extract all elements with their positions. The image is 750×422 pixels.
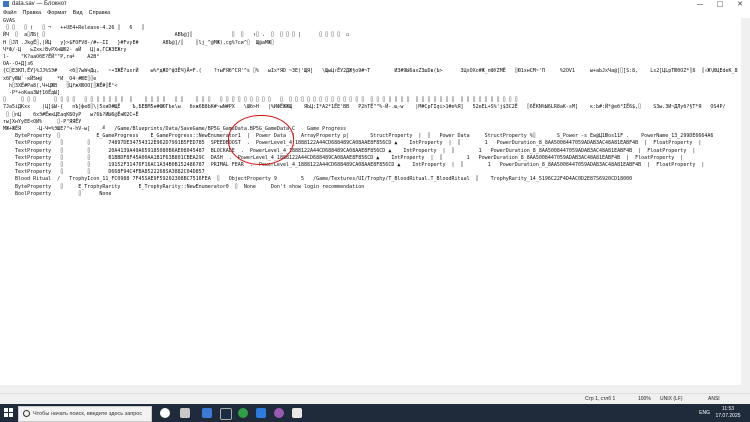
menu-file[interactable]: Файл xyxy=(0,9,20,18)
search-icon xyxy=(23,410,30,417)
maximize-button[interactable]: □ xyxy=(710,0,730,9)
title-bar: data.sav — Блокнот — □ ✕ xyxy=(0,0,750,9)
windows-start-icon[interactable] xyxy=(4,408,14,418)
cursor-position: Стр 1, стлб 1 xyxy=(585,396,616,402)
search-placeholder: Чтобы начать поиск, введите здесь запрос xyxy=(33,411,143,417)
menu-help[interactable]: Справка xyxy=(86,9,114,18)
editor-line: h⌷ЗХЁ#Ра8(,Ч+ЦЖВ ⌷ЦfжХЮОО[⌷ЖЁ#⌷Ё¹< xyxy=(3,82,118,89)
vertical-scrollbar[interactable] xyxy=(741,18,750,393)
notepad-taskbar-icon[interactable] xyxy=(292,408,302,418)
app-icon-purple[interactable] xyxy=(274,408,284,418)
clock-time: 11:53 xyxy=(721,406,735,412)
taskbar: Чтобы начать поиск, введите здесь запрос… xyxy=(0,404,750,422)
text-editor[interactable]: GVAS ⌷ ⌷ ⌷ ( ⌷ ¬ ++UE4+Release-4.26 ⌷ 6 … xyxy=(0,18,738,393)
editor-line: Н ⌷JЛ .JkgЁ⌷,|ЙЦ у}>$FOFV8-/#←-II }#FvyЕ… xyxy=(3,39,274,46)
editor-line: Blood Ritual / TrophyIcon_11_FC0988 7F45… xyxy=(3,176,633,183)
editor-line: l- "K?ааОбЕ?ЁЙ""Р,rа╛ А2В° xyxy=(3,54,100,61)
editor-line: TextProperty ⌷ ⌷ 74897DE34754312E962D799… xyxy=(3,140,702,147)
file-explorer-icon[interactable] xyxy=(202,408,212,418)
minimize-button[interactable]: — xyxy=(690,0,710,9)
menu-edit[interactable]: Правка xyxy=(20,9,45,18)
app-icon-blue[interactable] xyxy=(256,408,266,418)
editor-line: ByteProperty ⌷ E_TrophyRarity E_TrophyRa… xyxy=(3,183,365,190)
menu-bar: Файл Правка Формат Вид Справка xyxy=(0,9,750,18)
menu-format[interactable]: Формат xyxy=(44,9,70,18)
horizontal-scrollbar[interactable] xyxy=(0,385,741,393)
editor-line: {C⌷ЕЗКП,ЁУ}%JJ%SЭ# <б⌷7ыWчДц, ~∙ЗЖЁ?uxгЙ… xyxy=(3,68,738,75)
cortana-icon[interactable] xyxy=(160,408,170,418)
taskbar-search[interactable]: Чтобы начать поиск, введите здесь запрос xyxy=(18,406,152,422)
editor-line: Ч*Ф/-Ц ьZхк♪ВvРХнШЮ2- aЙ Ц|а,ГСЖ3ЕЖгу xyxy=(3,46,127,53)
task-view-icon[interactable] xyxy=(180,408,190,418)
status-bar: Стр 1, стлб 1 100% UNIX (LF) ANSI xyxy=(0,393,750,404)
language-indicator[interactable]: ENG xyxy=(699,410,710,416)
chrome-icon[interactable] xyxy=(238,408,248,418)
notepad-icon xyxy=(3,1,9,7)
red-circle-annotation xyxy=(228,115,294,165)
steam-icon[interactable] xyxy=(220,408,232,420)
window-title: data.sav — Блокнот xyxy=(12,1,67,7)
line-endings: UNIX (LF) xyxy=(660,396,683,402)
editor-line: 7Ja5iДКхх |Ц]$Ы-{ nЪ]фe8⌷\|5хиD#ЩЁ Ъ,БЕВ… xyxy=(3,104,726,111)
editor-line: BoolProperty ⌷ None xyxy=(3,190,112,197)
encoding: ANSI xyxy=(708,396,720,402)
clock[interactable]: 11:53 17.07.2025 xyxy=(714,406,742,420)
editor-line: TextProperty ⌷ ⌷ 20A4139A49A659185080B6A… xyxy=(3,147,696,154)
editor-line: хбГуЮЫ`·кЙ5м@ *И _О4·#ЮЕ⌷⌷е xyxy=(3,75,97,82)
close-button[interactable]: ✕ xyxy=(730,0,750,9)
editor-line: ЙЧ ⌷ a⌷ЛБ( ⌷ ABЪ@]⌷ ⌷ ⌷ ↑⌷ . ⌷ ⌷ ⌷ ⌷ | ⌷… xyxy=(3,32,350,39)
editor-line: ты]ХнYуЕЕ<ОИ% ⌷-Р"ЯЯЁУ xyxy=(3,118,82,125)
zoom-level: 100% xyxy=(638,396,651,402)
clock-date: 17.07.2025 xyxy=(715,413,741,419)
window-controls: — □ ✕ xyxy=(690,0,750,9)
editor-line: TextProperty ⌷ ⌷ B1BBDF8F45A00AA1B1F63B8… xyxy=(3,154,684,161)
menu-view[interactable]: Вид xyxy=(70,9,86,18)
editor-line: ⌷ ⌷пЦ бхЭ#ЁжкЦЕаqКБОуР ы?6Ь?ИЫ6@ЁнЮ2С+Ё xyxy=(3,111,139,118)
